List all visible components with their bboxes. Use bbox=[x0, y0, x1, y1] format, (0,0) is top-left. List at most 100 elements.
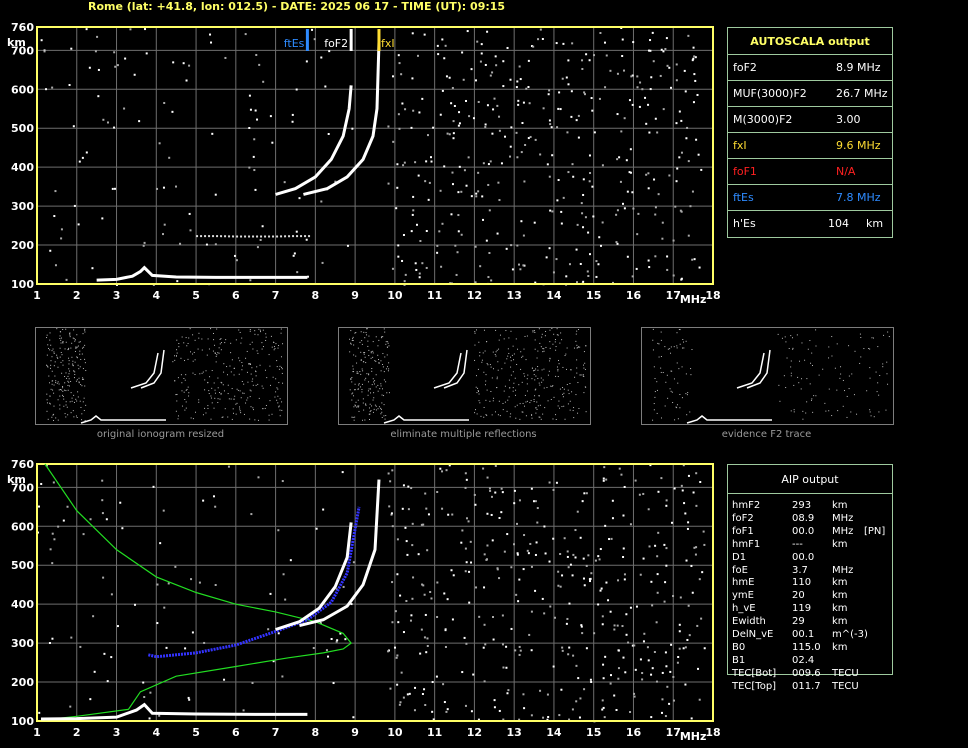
thumb-dot bbox=[76, 334, 78, 336]
noise-dot bbox=[528, 633, 531, 636]
noise-dot bbox=[424, 180, 427, 183]
thumb-dot bbox=[848, 345, 850, 347]
thumb-dot bbox=[352, 339, 354, 341]
thumb-dot bbox=[360, 373, 362, 375]
thumb-dot bbox=[351, 381, 353, 383]
noise-dot bbox=[515, 86, 518, 89]
thumb-dot bbox=[181, 405, 183, 407]
noise-dot bbox=[628, 171, 631, 174]
noise-dot bbox=[179, 242, 182, 245]
thumb-dot bbox=[836, 343, 838, 345]
noise-dot bbox=[463, 169, 466, 172]
noise-dot bbox=[493, 706, 496, 709]
noise-dot bbox=[119, 501, 122, 504]
thumb-dot bbox=[208, 393, 210, 395]
thumb-dot bbox=[230, 352, 232, 354]
noise-dot bbox=[703, 647, 706, 650]
noise-dot bbox=[452, 132, 455, 135]
noise-dot bbox=[466, 30, 469, 33]
noise-dot bbox=[443, 165, 446, 168]
noise-dot bbox=[396, 538, 399, 541]
noise-dot bbox=[330, 637, 333, 640]
noise-dot bbox=[559, 108, 562, 111]
thumb-dot bbox=[189, 328, 191, 330]
noise-dot bbox=[446, 708, 449, 711]
noise-dot bbox=[289, 559, 292, 562]
noise-dot bbox=[397, 113, 400, 116]
noise-dot bbox=[113, 126, 116, 129]
noise-dot bbox=[664, 47, 667, 50]
noise-dot bbox=[171, 110, 174, 113]
thumb-dot bbox=[483, 371, 485, 373]
noise-dot bbox=[54, 264, 57, 267]
thumb-dot bbox=[82, 368, 84, 370]
noise-dot bbox=[599, 244, 602, 247]
x-tick-label: 18 bbox=[705, 289, 720, 302]
noise-dot bbox=[253, 138, 256, 141]
aip-row: hmF1 --- km bbox=[732, 539, 892, 552]
noise-dot bbox=[398, 62, 401, 65]
thumb-dot bbox=[561, 406, 563, 408]
thumb-dot bbox=[539, 416, 541, 418]
noise-dot bbox=[60, 237, 63, 240]
thumb-dot bbox=[69, 334, 71, 336]
thumb-dot bbox=[82, 333, 84, 335]
noise-dot bbox=[528, 102, 531, 105]
thumb-dot bbox=[842, 379, 844, 381]
noise-dot bbox=[162, 509, 165, 512]
noise-dot bbox=[650, 673, 653, 676]
thumb-dot bbox=[385, 341, 387, 343]
noise-dot bbox=[631, 275, 634, 278]
noise-dot bbox=[188, 64, 191, 67]
thumb-dot bbox=[679, 393, 681, 395]
x-tick-label: 2 bbox=[73, 726, 81, 739]
thumb-dot bbox=[176, 400, 178, 402]
thumb-dot bbox=[481, 361, 483, 363]
thumb-dot bbox=[68, 368, 70, 370]
noise-dot bbox=[570, 115, 573, 118]
thumb-dot bbox=[280, 328, 282, 330]
noise-dot bbox=[635, 267, 638, 270]
thumb-dot bbox=[77, 345, 79, 347]
thumb-dot bbox=[61, 354, 63, 356]
thumb-dot bbox=[498, 400, 500, 402]
thumb-dot bbox=[536, 357, 538, 359]
noise-dot bbox=[451, 171, 454, 174]
thumb-dot bbox=[386, 392, 388, 394]
noise-dot bbox=[165, 646, 168, 649]
thumb-dot bbox=[383, 415, 385, 417]
noise-dot bbox=[691, 59, 694, 62]
noise-dot bbox=[57, 525, 60, 528]
thumb-dot bbox=[810, 399, 812, 401]
thumb-dot bbox=[219, 343, 221, 345]
noise-dot bbox=[412, 209, 415, 212]
noise-dot bbox=[518, 263, 521, 266]
thumb-dot bbox=[185, 401, 187, 403]
noise-dot bbox=[583, 584, 586, 587]
thumb-dot bbox=[660, 331, 662, 333]
thumb-dot bbox=[70, 380, 72, 382]
noise-dot bbox=[332, 682, 335, 685]
thumb-dot bbox=[49, 349, 51, 351]
noise-dot bbox=[445, 469, 448, 472]
thumb-dot bbox=[531, 367, 533, 369]
noise-dot bbox=[602, 477, 605, 480]
noise-dot bbox=[489, 74, 492, 77]
noise-dot bbox=[176, 280, 179, 283]
noise-dot bbox=[502, 85, 505, 88]
thumb-dot bbox=[358, 405, 360, 407]
noise-dot bbox=[425, 229, 428, 232]
thumb-dot bbox=[68, 363, 70, 365]
aip-value: 3.7 bbox=[792, 564, 808, 576]
thumb-dot bbox=[520, 351, 522, 353]
x-tick-label: 17 bbox=[666, 289, 681, 302]
thumb-dot bbox=[48, 347, 50, 349]
noise-dot bbox=[510, 566, 513, 569]
noise-dot bbox=[547, 716, 550, 719]
thumb-dot bbox=[254, 333, 256, 335]
noise-dot bbox=[629, 148, 632, 151]
marker-label: ftEs bbox=[284, 37, 305, 50]
noise-dot bbox=[519, 78, 522, 81]
thumb-dot bbox=[507, 355, 509, 357]
thumb-dot bbox=[542, 379, 544, 381]
